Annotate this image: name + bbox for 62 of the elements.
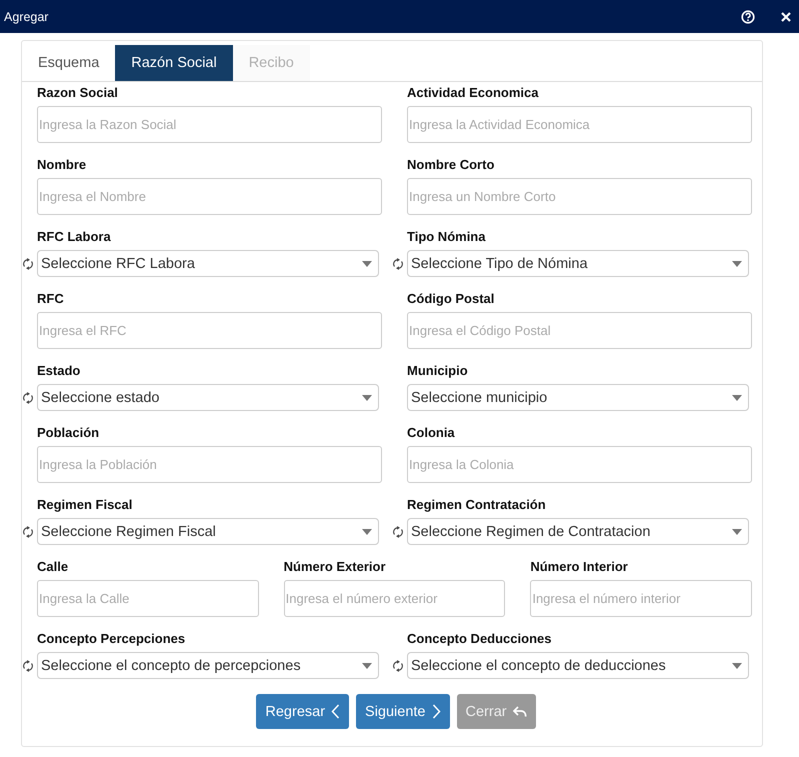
field-label: Tipo Nómina	[407, 229, 486, 245]
window-title: Agregar	[4, 10, 50, 24]
field-label: Estado	[37, 363, 82, 379]
refresh-icon[interactable]	[22, 526, 34, 538]
input-field[interactable]: Ingresa el número exterior	[284, 580, 506, 617]
field-label: Municipio	[407, 363, 469, 379]
field-label: Nombre	[37, 157, 88, 173]
field-label: Nombre Corto	[407, 157, 496, 173]
field-label: Concepto Percepciones	[37, 631, 186, 647]
select-dropdown[interactable]: Seleccione Regimen Fiscal	[37, 518, 379, 545]
select-dropdown[interactable]: Seleccione el concepto de deducciones	[407, 652, 749, 679]
select-dropdown[interactable]: Seleccione Regimen de Contratacion	[407, 518, 749, 545]
select-dropdown[interactable]: Seleccione estado	[37, 384, 379, 411]
caret-down-icon	[732, 260, 742, 266]
input-field[interactable]: Ingresa el Código Postal	[407, 312, 752, 349]
chevron-right-icon	[432, 704, 440, 719]
caret-down-icon	[732, 394, 742, 400]
select-dropdown[interactable]: Seleccione el concepto de percepciones	[37, 652, 379, 679]
field-label: RFC Labora	[37, 229, 112, 245]
field-label: RFC	[37, 291, 65, 307]
field-label: Concepto Deducciones	[407, 631, 552, 647]
field-label: Calle	[37, 559, 70, 575]
input-field[interactable]: Ingresa el Nombre	[37, 178, 382, 215]
refresh-icon[interactable]	[22, 258, 34, 270]
select-dropdown[interactable]: Seleccione RFC Labora	[37, 250, 379, 277]
field-label: Razon Social	[37, 85, 119, 101]
refresh-icon[interactable]	[392, 660, 404, 672]
close-icon[interactable]	[781, 12, 791, 22]
input-field[interactable]: Ingresa la Población	[37, 446, 382, 483]
caret-down-icon	[362, 394, 372, 400]
refresh-icon[interactable]	[392, 526, 404, 538]
field-label: Regimen Contratación	[407, 497, 547, 513]
caret-down-icon	[362, 528, 372, 534]
refresh-icon[interactable]	[22, 660, 34, 672]
caret-down-icon	[732, 662, 742, 668]
input-field[interactable]: Ingresa el número interior	[530, 580, 752, 617]
input-field[interactable]: Ingresa un Nombre Corto	[407, 178, 752, 215]
input-field[interactable]: Ingresa el RFC	[37, 312, 382, 349]
refresh-icon[interactable]	[392, 258, 404, 270]
field-label: Regimen Fiscal	[37, 497, 134, 513]
help-icon[interactable]	[741, 10, 755, 24]
field-label: Actividad Economica	[407, 85, 540, 101]
caret-down-icon	[362, 260, 372, 266]
input-field[interactable]: Ingresa la Actividad Economica	[407, 106, 752, 143]
select-dropdown[interactable]: Seleccione municipio	[407, 384, 749, 411]
input-field[interactable]: Ingresa la Razon Social	[37, 106, 382, 143]
field-label: Población	[37, 425, 100, 441]
field-label: Colonia	[407, 425, 456, 441]
input-field[interactable]: Ingresa la Calle	[37, 580, 259, 617]
next-button[interactable]: Siguiente	[356, 694, 450, 729]
field-label: Código Postal	[407, 291, 496, 307]
input-field[interactable]: Ingresa la Colonia	[407, 446, 752, 483]
select-dropdown[interactable]: Seleccione Tipo de Nómina	[407, 250, 749, 277]
field-label: Número Exterior	[284, 559, 387, 575]
tab[interactable]: Razón Social	[115, 45, 233, 81]
field-label: Número Interior	[530, 559, 629, 575]
back-button[interactable]: Regresar	[256, 694, 350, 729]
reply-arrow-icon	[512, 706, 527, 718]
caret-down-icon	[362, 662, 372, 668]
refresh-icon[interactable]	[22, 392, 34, 404]
caret-down-icon	[732, 528, 742, 534]
chevron-left-icon	[331, 704, 340, 719]
